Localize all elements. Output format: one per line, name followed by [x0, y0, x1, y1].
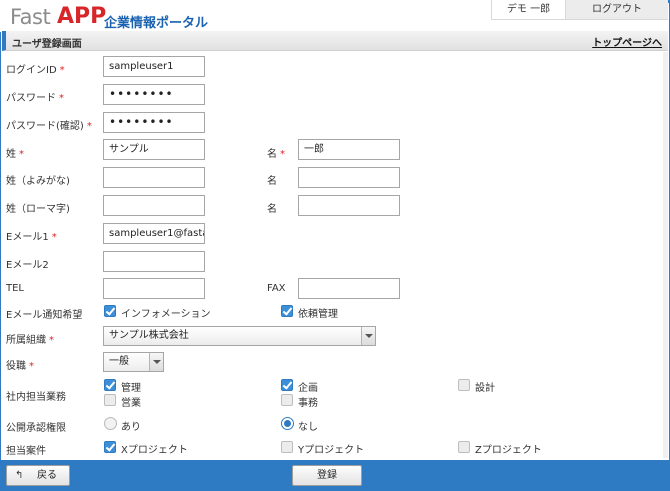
duties-label: 社内担当業務	[6, 392, 66, 403]
login-id-input[interactable]: sampleuser1	[103, 56, 205, 77]
duty-sales-label: 営業	[121, 398, 141, 409]
password-input[interactable]: ••••••••	[103, 84, 205, 105]
logo-app: APP	[57, 4, 107, 29]
notify-request-checkbox[interactable]	[281, 305, 293, 317]
chevron-down-icon[interactable]	[361, 327, 375, 345]
duty-office-label: 事務	[298, 398, 318, 409]
last-name-kana-label: 姓（よみがな)	[6, 176, 70, 187]
password-label: パスワード *	[6, 93, 64, 104]
scrollbar[interactable]	[663, 52, 668, 458]
email1-label: Eメール1 *	[6, 232, 57, 243]
position-label: 役職 *	[6, 361, 34, 372]
duty-sales-checkbox[interactable]	[104, 394, 116, 406]
register-button[interactable]: 登録	[292, 465, 362, 486]
project-z-label: Zプロジェクト	[475, 445, 542, 456]
duty-planning-checkbox[interactable]	[281, 379, 293, 391]
password-confirm-label: パスワード(確認) *	[6, 121, 92, 132]
app-window	[0, 0, 670, 491]
email2-input[interactable]	[103, 251, 205, 272]
last-name-label: 姓 *	[6, 149, 24, 160]
last-name-roman-input[interactable]	[103, 195, 205, 216]
logout-button[interactable]: ログアウト	[565, 0, 668, 19]
tel-input[interactable]	[103, 278, 205, 299]
organization-value: サンプル株式会社	[109, 330, 189, 341]
project-x-label: Xプロジェクト	[121, 445, 188, 456]
notify-request-label: 依頼管理	[298, 309, 338, 320]
publish-approval-label: 公開承認権限	[6, 423, 66, 434]
approval-no-radio[interactable]	[281, 417, 294, 430]
duty-office-checkbox[interactable]	[281, 394, 293, 406]
organization-select[interactable]: サンプル株式会社	[103, 326, 376, 346]
approval-yes-label: あり	[121, 422, 141, 433]
email1-input[interactable]: sampleuser1@fastap	[103, 223, 205, 244]
first-name-roman-input[interactable]	[298, 195, 400, 216]
user-name: デモ 一郎	[492, 0, 565, 19]
last-name-roman-label: 姓（ローマ字)	[6, 204, 70, 215]
approval-yes-radio[interactable]	[104, 417, 117, 430]
projects-label: 担当案件	[6, 446, 46, 457]
duty-design-label: 設計	[475, 383, 495, 394]
project-y-checkbox[interactable]	[281, 441, 293, 453]
chevron-down-icon[interactable]	[149, 353, 163, 371]
password-confirm-input[interactable]: ••••••••	[103, 112, 205, 133]
back-button-label: 戻る	[37, 470, 57, 481]
last-name-input[interactable]: サンプル	[103, 139, 205, 160]
duty-management-label: 管理	[121, 383, 141, 394]
login-id-label: ログインID *	[6, 65, 65, 76]
first-name-kana-label: 名	[267, 176, 277, 187]
header: Fast APP 企業情報ポータル デモ 一郎 ログアウト	[0, 0, 668, 32]
project-x-checkbox[interactable]	[104, 441, 116, 453]
page-title: ユーザ登録画面	[12, 39, 82, 50]
return-arrow-icon: ↰	[15, 470, 24, 481]
notify-info-checkbox[interactable]	[104, 305, 116, 317]
email2-label: Eメール2	[6, 260, 49, 271]
position-select[interactable]: 一般	[103, 352, 164, 372]
tel-label: TEL	[6, 283, 24, 294]
footer-bar: ↰ 戻る 登録	[0, 460, 670, 491]
project-y-label: Yプロジェクト	[298, 445, 365, 456]
first-name-kana-input[interactable]	[298, 167, 400, 188]
organization-label: 所属組織 *	[6, 335, 54, 346]
first-name-roman-label: 名	[267, 204, 277, 215]
user-box: デモ 一郎 ログアウト	[491, 0, 668, 20]
fax-label: FAX	[267, 283, 286, 294]
back-button[interactable]: ↰ 戻る	[6, 465, 70, 486]
top-page-link[interactable]: トップページへ	[592, 34, 662, 49]
logo-fast: Fast	[10, 5, 51, 29]
approval-no-label: なし	[298, 422, 318, 433]
position-value: 一般	[109, 356, 129, 367]
project-z-checkbox[interactable]	[458, 441, 470, 453]
duty-design-checkbox[interactable]	[458, 379, 470, 391]
last-name-kana-input[interactable]	[103, 167, 205, 188]
duty-management-checkbox[interactable]	[104, 379, 116, 391]
title-bar: ユーザ登録画面 トップページへ	[2, 31, 668, 51]
first-name-label: 名 *	[267, 149, 285, 160]
duty-planning-label: 企画	[298, 383, 318, 394]
notify-info-label: インフォメーション	[121, 309, 211, 320]
fax-input[interactable]	[298, 278, 400, 299]
email-notify-label: Eメール通知希望	[6, 310, 83, 321]
first-name-input[interactable]: 一郎	[298, 139, 400, 160]
logo-subtitle: 企業情報ポータル	[104, 16, 209, 31]
